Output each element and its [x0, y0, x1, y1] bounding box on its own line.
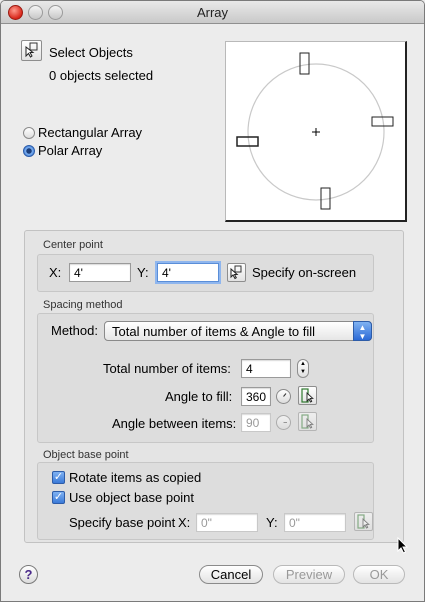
- angle-to-fill-dial[interactable]: [276, 389, 291, 404]
- rectangular-array-radio[interactable]: [23, 127, 35, 139]
- polar-array-radio[interactable]: [23, 145, 35, 157]
- pick-angle-between-button[interactable]: [298, 412, 317, 431]
- angle-dial-icon: [283, 422, 287, 423]
- ok-button[interactable]: OK: [353, 565, 405, 584]
- selected-count-text: 0 objects selected: [49, 68, 154, 83]
- pick-point-icon: [357, 514, 370, 529]
- use-base-point-checkbox[interactable]: ✓: [52, 491, 65, 504]
- pick-angle-icon: [301, 388, 314, 403]
- select-objects-icon: [25, 42, 38, 58]
- rotate-items-label: Rotate items as copied: [69, 470, 202, 485]
- polar-array-preview-graphic: [236, 52, 394, 210]
- pick-center-point-button[interactable]: [227, 263, 246, 282]
- center-point-title: Center point: [43, 239, 103, 251]
- select-objects-label: Select Objects: [49, 45, 133, 60]
- help-icon: ?: [24, 567, 33, 582]
- method-select[interactable]: Total number of items & Angle to fill ▲ ▼: [104, 321, 372, 341]
- spacing-method-title: Spacing method: [43, 299, 123, 311]
- angle-between-dial[interactable]: [276, 415, 291, 430]
- rectangular-array-label: Rectangular Array: [38, 125, 143, 140]
- array-preview: [225, 41, 407, 222]
- pick-point-icon: [230, 265, 242, 280]
- angle-to-fill-field[interactable]: [241, 387, 271, 406]
- mouse-cursor-icon: [397, 537, 409, 554]
- center-y-label: Y:: [137, 265, 149, 280]
- preview-button[interactable]: Preview: [273, 565, 345, 584]
- array-dialog: Array Select Objects 0 objects selected …: [0, 0, 425, 602]
- center-x-field[interactable]: [69, 263, 131, 282]
- use-base-point-label: Use object base point: [69, 490, 195, 505]
- cancel-button[interactable]: Cancel: [199, 565, 263, 584]
- title-bar: Array: [1, 1, 424, 24]
- pick-angle-icon: [301, 414, 314, 429]
- specify-on-screen-label: Specify on-screen: [252, 265, 357, 280]
- angle-between-label: Angle between items:: [112, 416, 237, 431]
- help-button[interactable]: ?: [19, 565, 38, 584]
- method-label: Method:: [51, 323, 98, 338]
- base-x-label: X:: [178, 515, 191, 530]
- window-title: Array: [196, 5, 229, 20]
- rotate-items-checkbox[interactable]: ✓: [52, 471, 65, 484]
- base-y-label: Y:: [266, 515, 278, 530]
- object-base-point-title: Object base point: [43, 449, 129, 461]
- pick-angle-to-fill-button[interactable]: [298, 386, 317, 405]
- center-x-label: X:: [49, 265, 62, 280]
- center-y-field[interactable]: [157, 263, 219, 282]
- base-y-field[interactable]: [284, 513, 346, 532]
- angle-between-field[interactable]: [241, 413, 271, 432]
- total-items-label: Total number of items:: [103, 361, 231, 376]
- polar-array-label: Polar Array: [38, 143, 103, 158]
- total-items-field[interactable]: [241, 359, 291, 378]
- method-select-value: Total number of items & Angle to fill: [112, 324, 316, 339]
- angle-to-fill-label: Angle to fill:: [165, 389, 233, 404]
- base-x-field[interactable]: [196, 513, 258, 532]
- select-objects-button[interactable]: [21, 40, 42, 61]
- specify-base-point-label: Specify base point: [69, 515, 176, 530]
- pick-base-point-button[interactable]: [354, 512, 373, 531]
- stepper-arrows-icon: ▲ ▼: [300, 361, 306, 375]
- total-items-stepper[interactable]: ▲ ▼: [297, 359, 309, 378]
- chevron-updown-icon: ▲ ▼: [353, 321, 372, 341]
- angle-dial-icon: [283, 393, 287, 397]
